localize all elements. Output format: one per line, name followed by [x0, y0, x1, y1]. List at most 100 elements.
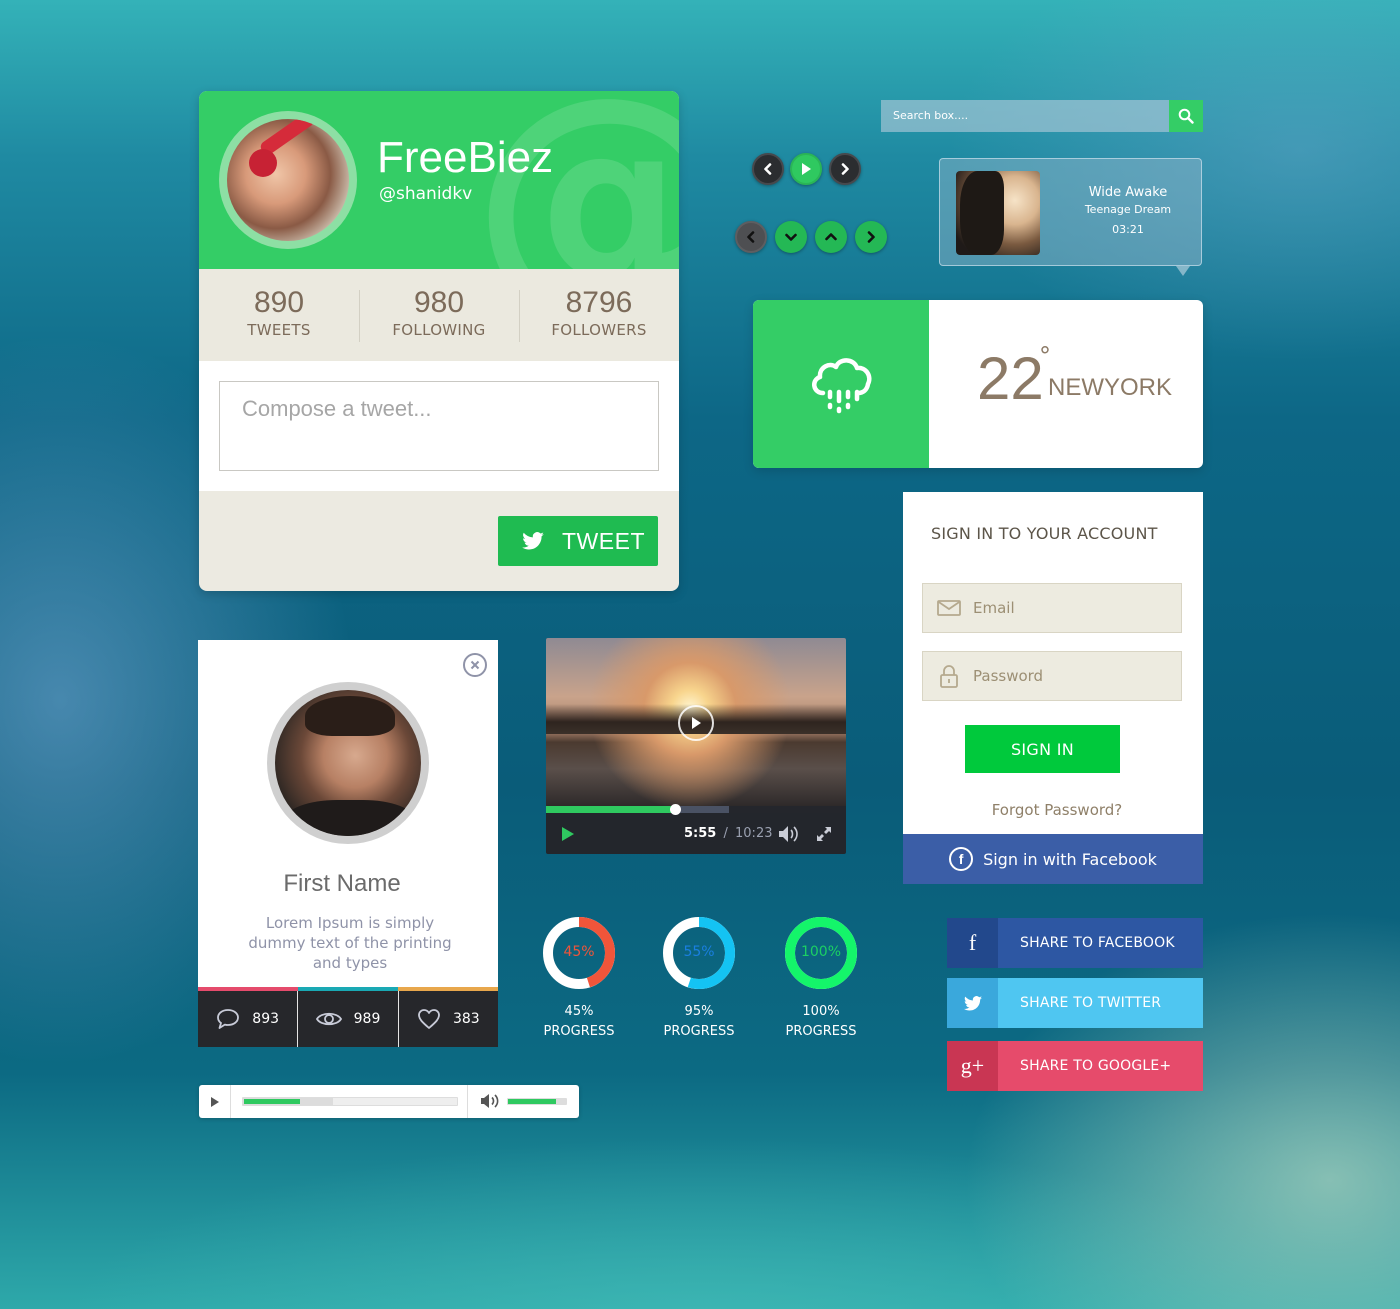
city-name: NEWYORK	[1048, 374, 1173, 401]
avatar[interactable]	[227, 119, 349, 241]
chevron-down-button[interactable]	[775, 221, 807, 253]
twitter-bird-icon	[522, 532, 544, 550]
twitter-card-header: @ FreeBiez @shanidkv	[199, 91, 679, 269]
progress-value: 100%	[802, 1004, 840, 1019]
share-label: SHARE TO TWITTER	[1020, 995, 1162, 1011]
volume-icon[interactable]	[480, 1093, 500, 1109]
profile-name: First Name	[283, 870, 401, 897]
profile-avatar-ring	[267, 682, 429, 844]
stat-following[interactable]: 980 FOLLOWING	[359, 269, 519, 361]
email-field[interactable]: Email	[922, 583, 1182, 633]
fullscreen-icon[interactable]	[816, 826, 832, 842]
stat-label: FOLLOWERS	[551, 321, 647, 339]
close-button[interactable]	[463, 653, 487, 677]
compose-area: Compose a tweet...	[199, 361, 679, 491]
chevron-up-button[interactable]	[815, 221, 847, 253]
forgot-password-link[interactable]: Forgot Password?	[903, 801, 1203, 819]
heart-icon	[418, 1009, 440, 1029]
compose-tweet-input[interactable]: Compose a tweet...	[219, 381, 659, 471]
video-current-time: 5:55	[684, 826, 717, 841]
eye-icon	[315, 1012, 342, 1026]
song-artist: Teenage Dream	[1084, 203, 1172, 216]
comment-icon	[217, 1009, 240, 1029]
facebook-icon: f	[949, 847, 974, 871]
play-button[interactable]	[790, 153, 822, 185]
seek-handle[interactable]	[670, 804, 681, 815]
search-icon	[1178, 108, 1194, 124]
progress-value: 95%	[684, 1004, 714, 1019]
twitter-icon	[947, 978, 998, 1028]
video-player: 5:55 / 10:23	[546, 638, 846, 854]
audio-player	[199, 1085, 579, 1118]
profile-name: FreeBiez	[377, 133, 554, 182]
twitter-profile-card: @ FreeBiez @shanidkv 890 TWEETS 980 FOLL…	[199, 91, 679, 591]
video-play-overlay-button[interactable]	[678, 705, 714, 741]
profile-handle[interactable]: @shanidkv	[379, 184, 472, 204]
views-stat[interactable]: 989	[297, 991, 397, 1047]
song-title: Wide Awake	[1088, 185, 1168, 200]
time-separator: /	[723, 826, 728, 841]
volume-slider[interactable]	[507, 1098, 567, 1105]
temperature: 22	[977, 345, 1044, 412]
weather-widget: 22 ° NEWYORK	[753, 300, 1203, 468]
stat-value: 893	[252, 1011, 280, 1027]
prev-button[interactable]	[752, 153, 784, 185]
chevron-left-icon	[747, 231, 755, 243]
play-icon	[692, 717, 701, 729]
progress-circle: 100% 100% PROGRESS	[761, 915, 881, 1039]
video-progress-bar	[546, 806, 675, 813]
signin-panel: SIGN IN TO YOUR ACCOUNT Email Password S…	[903, 492, 1203, 884]
progress-circle: 45% 45% PROGRESS	[519, 915, 639, 1039]
facebook-signin-button[interactable]: f Sign in with Facebook	[903, 834, 1203, 884]
share-label: SHARE TO FACEBOOK	[1020, 935, 1175, 951]
stat-followers[interactable]: 8796 FOLLOWERS	[519, 269, 679, 361]
share-label: SHARE TO GOOGLE+	[1020, 1058, 1172, 1074]
chevron-left-button[interactable]	[735, 221, 767, 253]
video-seek-bar[interactable]	[546, 804, 846, 815]
play-icon	[802, 163, 811, 175]
share-twitter-button[interactable]: SHARE TO TWITTER	[947, 978, 1203, 1028]
volume-icon[interactable]	[778, 825, 800, 843]
email-placeholder: Email	[973, 599, 1015, 617]
chevron-right-button[interactable]	[855, 221, 887, 253]
lock-icon	[940, 665, 958, 688]
chevron-down-icon	[785, 233, 797, 241]
volume-level	[508, 1099, 556, 1104]
twitter-stats: 890 TWEETS 980 FOLLOWING 8796 FOLLOWERS	[199, 269, 679, 361]
play-icon	[210, 1096, 219, 1107]
avatar-ring	[219, 111, 357, 249]
progress-label: PROGRESS	[785, 1024, 857, 1039]
progress-label: PROGRESS	[663, 1024, 735, 1039]
comments-stat[interactable]: 893	[198, 991, 297, 1047]
share-google-plus-button[interactable]: g+ SHARE TO GOOGLE+	[947, 1041, 1203, 1091]
stat-value: 383	[452, 1011, 480, 1027]
tweet-button[interactable]: TWEET	[498, 516, 658, 566]
degree-symbol: °	[1039, 342, 1051, 370]
album-cover[interactable]	[956, 171, 1040, 255]
search-input[interactable]: Search box....	[881, 100, 1171, 132]
facebook-signin-label: Sign in with Facebook	[983, 849, 1157, 869]
progress-circle: 55% 95% PROGRESS	[639, 915, 759, 1039]
progress-label: PROGRESS	[543, 1024, 615, 1039]
next-button[interactable]	[829, 153, 861, 185]
video-time: 5:55 / 10:23	[684, 826, 772, 841]
likes-stat[interactable]: 383	[397, 991, 498, 1047]
search-box: Search box....	[881, 100, 1203, 132]
google-plus-icon: g+	[947, 1041, 998, 1091]
password-field[interactable]: Password	[922, 651, 1182, 701]
envelope-icon	[937, 600, 961, 616]
signin-button[interactable]: SIGN IN	[965, 725, 1120, 773]
facebook-icon: f	[947, 918, 998, 968]
rain-cloud-icon	[812, 358, 872, 414]
audio-seek-bar[interactable]	[242, 1097, 458, 1106]
share-facebook-button[interactable]: f SHARE TO FACEBOOK	[947, 918, 1203, 968]
now-playing-tooltip: Wide Awake Teenage Dream 03:21	[939, 158, 1202, 276]
search-button[interactable]	[1169, 100, 1203, 132]
progress-value: 45%	[564, 1004, 594, 1019]
avatar[interactable]	[275, 690, 421, 836]
audio-play-button[interactable]	[199, 1085, 231, 1118]
progress-percent: 100%	[800, 944, 842, 960]
play-icon[interactable]	[561, 826, 575, 842]
stat-value: 989	[353, 1011, 381, 1027]
stat-tweets[interactable]: 890 TWEETS	[199, 269, 359, 361]
